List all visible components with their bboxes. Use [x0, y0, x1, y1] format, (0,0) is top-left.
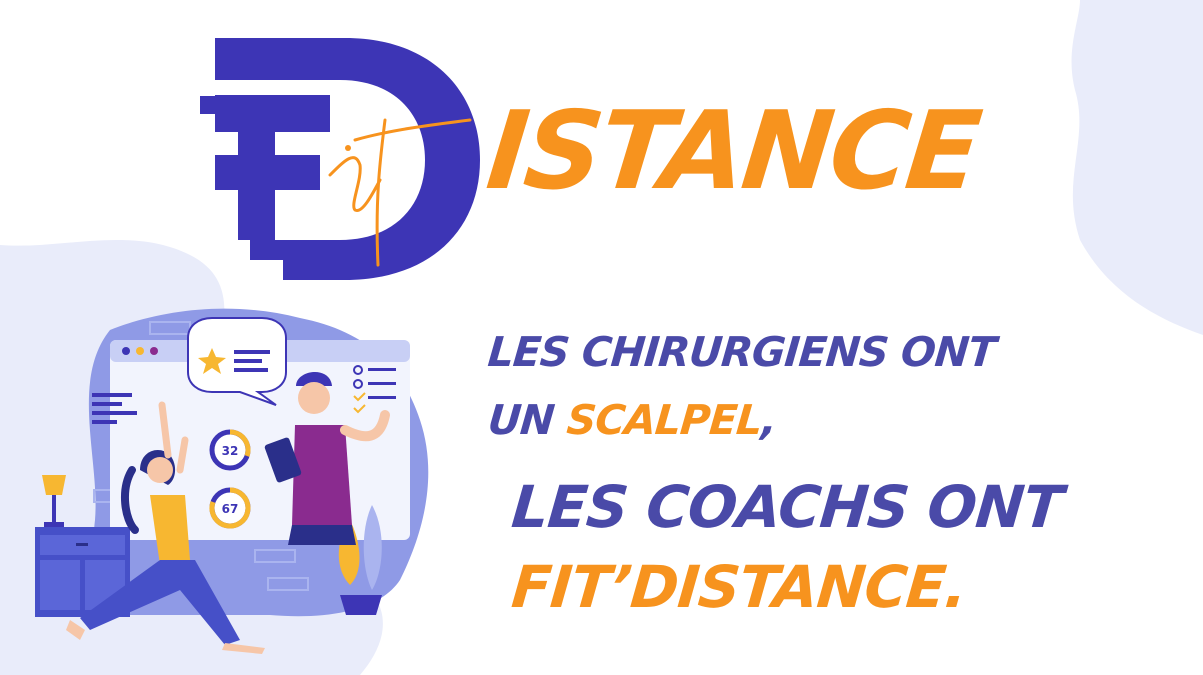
logo-notch-2 — [250, 240, 283, 260]
slogan-line-2: UN SCALPEL, — [486, 396, 778, 444]
slogan-line-1: LES CHIRURGIENS ONT — [485, 328, 998, 376]
badge-value-1: 32 — [222, 444, 239, 458]
logo-wordmark: ISTANCE — [481, 89, 984, 214]
slogan-line-2-prefix: UN — [485, 396, 570, 444]
window-dot-3 — [150, 347, 158, 355]
logo-notch-1 — [200, 96, 218, 114]
window-dot-2 — [136, 347, 144, 355]
lamp-icon — [42, 475, 66, 495]
slogan-line-4: FIT’DISTANCE. — [509, 553, 969, 621]
window-dot-1 — [122, 347, 130, 355]
slogan-line-2-accent: SCALPEL — [564, 396, 764, 444]
badge-value-2: 67 — [222, 502, 239, 516]
logo-script-dot — [345, 145, 351, 151]
fitness-illustration: 32 67 — [35, 308, 429, 654]
logo-letter-f — [215, 95, 330, 240]
slogan-line-3: LES COACHS ONT — [509, 473, 1065, 541]
